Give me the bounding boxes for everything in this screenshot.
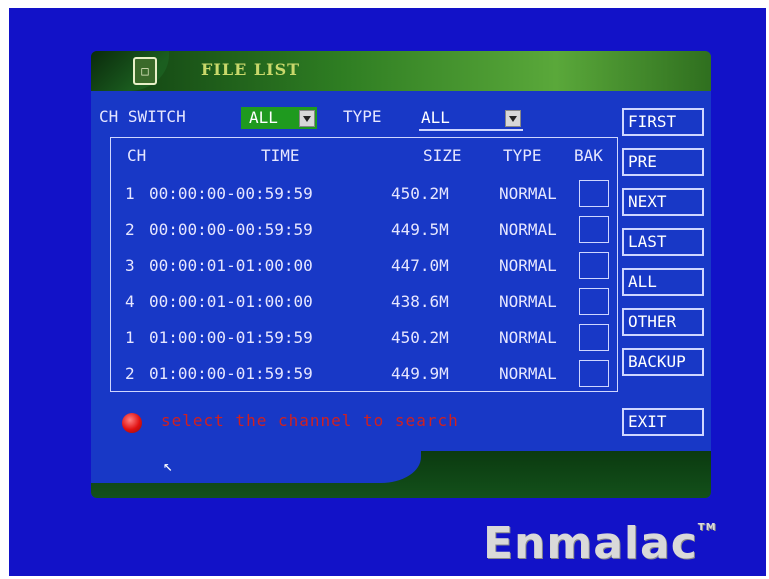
cell-time: 00:00:01-01:00:00 [149,292,313,311]
backup-button[interactable]: BACKUP [622,348,704,376]
table-row[interactable]: 1 01:00:00-01:59:59 450.2M NORMAL [111,322,617,358]
dropdown-arrow-icon[interactable] [299,110,315,127]
file-list-icon: □ [133,57,157,85]
file-list-panel: □ FILE LIST CH SWITCH ALL TYPE ALL CH TI… [91,51,711,498]
cell-type: NORMAL [499,328,557,347]
ch-switch-value: ALL [249,108,278,127]
table-row[interactable]: 4 00:00:01-01:00:00 438.6M NORMAL [111,286,617,322]
dropdown-arrow-icon[interactable] [505,110,521,127]
cell-size: 450.2M [391,184,449,203]
cell-size: 450.2M [391,328,449,347]
next-button[interactable]: NEXT [622,188,704,216]
cell-ch: 2 [125,364,135,383]
cell-size: 438.6M [391,292,449,311]
type-value: ALL [421,108,450,127]
brand-name: Enmalac [483,518,698,569]
status-message: select the channel to search [161,411,459,430]
brand-watermark: EnmalacTM [483,518,717,569]
last-button[interactable]: LAST [622,228,704,256]
cell-size: 447.0M [391,256,449,275]
cell-type: NORMAL [499,292,557,311]
type-label: TYPE [343,107,382,126]
table-row[interactable]: 1 00:00:00-00:59:59 450.2M NORMAL [111,178,617,214]
cell-type: NORMAL [499,256,557,275]
backup-checkbox[interactable] [579,360,609,387]
column-header-ch: CH [127,146,147,165]
cell-type: NORMAL [499,364,557,383]
column-header-time: TIME [261,146,300,165]
backup-checkbox[interactable] [579,288,609,315]
cell-type: NORMAL [499,184,557,203]
pre-button[interactable]: PRE [622,148,704,176]
cell-size: 449.9M [391,364,449,383]
column-header-type: TYPE [503,146,542,165]
backup-checkbox[interactable] [579,252,609,279]
type-select[interactable]: ALL [419,107,523,131]
footer-swoosh [91,451,421,483]
exit-button[interactable]: EXIT [622,408,704,436]
file-table: CH TIME SIZE TYPE BAK 1 00:00:00-00:59:5… [110,137,618,392]
title-swoosh [91,51,169,91]
backup-checkbox[interactable] [579,324,609,351]
cell-ch: 1 [125,184,135,203]
dvr-screen: □ FILE LIST CH SWITCH ALL TYPE ALL CH TI… [9,8,766,576]
cell-ch: 1 [125,328,135,347]
record-red-icon [122,413,142,433]
table-row[interactable]: 2 00:00:00-00:59:59 449.5M NORMAL [111,214,617,250]
first-button[interactable]: FIRST [622,108,704,136]
title-bar: □ FILE LIST [91,51,711,91]
all-button[interactable]: ALL [622,268,704,296]
ch-switch-select[interactable]: ALL [241,107,317,129]
trademark-mark: TM [697,522,717,533]
cell-time: 00:00:00-00:59:59 [149,184,313,203]
backup-checkbox[interactable] [579,216,609,243]
backup-checkbox[interactable] [579,180,609,207]
mouse-pointer-icon: ↖ [163,456,173,475]
cell-time: 00:00:00-00:59:59 [149,220,313,239]
window-title: FILE LIST [201,60,301,79]
other-button[interactable]: OTHER [622,308,704,336]
cell-type: NORMAL [499,220,557,239]
table-row[interactable]: 2 01:00:00-01:59:59 449.9M NORMAL [111,358,617,394]
column-header-size: SIZE [423,146,462,165]
column-header-bak: BAK [574,146,603,165]
cell-ch: 4 [125,292,135,311]
ch-switch-label: CH SWITCH [99,107,186,126]
cell-ch: 3 [125,256,135,275]
cell-time: 01:00:00-01:59:59 [149,364,313,383]
cell-size: 449.5M [391,220,449,239]
cell-ch: 2 [125,220,135,239]
cell-time: 00:00:01-01:00:00 [149,256,313,275]
table-row[interactable]: 3 00:00:01-01:00:00 447.0M NORMAL [111,250,617,286]
cell-time: 01:00:00-01:59:59 [149,328,313,347]
